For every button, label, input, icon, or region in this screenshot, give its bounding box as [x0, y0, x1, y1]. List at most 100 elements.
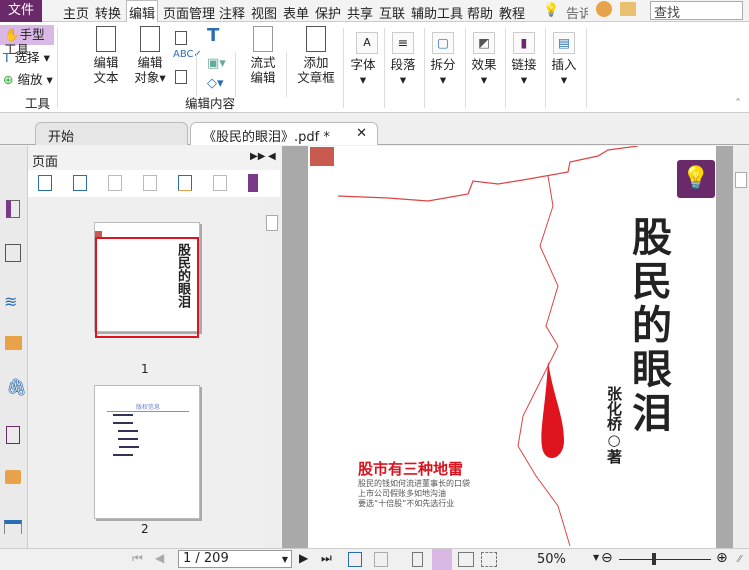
panel-scrollbar[interactable]	[264, 197, 280, 548]
replace-icon[interactable]	[175, 70, 187, 84]
lightbulb-icon[interactable]: 💡	[543, 3, 559, 18]
tab-document[interactable]: 《股民的眼泪》.pdf * ✕	[190, 122, 378, 145]
add-shape-icon[interactable]: ◇▾	[207, 76, 224, 91]
menu-convert[interactable]: 转换	[95, 3, 121, 22]
spellcheck-icon[interactable]: ABC✓	[173, 49, 202, 60]
rotate-left-icon[interactable]	[108, 175, 122, 191]
document-viewer: 股民的眼泪 张化桥○著 股市有三种地雷 股民的钱如何流进董事长的口袋 上市公司假…	[282, 146, 733, 548]
collapse-panel-icon[interactable]: ◀	[268, 151, 276, 162]
effect-button[interactable]: ◩ 效果 ▾	[469, 22, 499, 87]
add-text-icon[interactable]: T	[207, 25, 219, 46]
thumbnail-list: 股民的眼泪 1 版权信息 2	[28, 197, 280, 548]
vertical-scrollbar[interactable]	[733, 146, 749, 548]
menu-edit[interactable]: 编辑	[126, 0, 159, 23]
menu-home[interactable]: 主页	[63, 3, 89, 22]
folder-search-icon[interactable]	[620, 2, 636, 16]
single-page-icon[interactable]	[412, 552, 423, 567]
bookmark-view-icon[interactable]	[248, 174, 258, 192]
split-button[interactable]: ▢ 拆分 ▾	[428, 22, 458, 87]
viewport-indicator[interactable]	[95, 237, 199, 338]
collapse-ribbon-icon[interactable]: ˆ	[735, 97, 741, 111]
search-input[interactable]: 查找	[650, 1, 743, 21]
facing-page-icon[interactable]	[458, 552, 474, 567]
select-button[interactable]: T 选择 ▾	[3, 50, 50, 65]
menu-accessibility[interactable]: 辅助工具	[411, 3, 463, 22]
font-icon: A	[356, 32, 378, 54]
layers-stack-icon[interactable]	[5, 244, 21, 262]
edit-text-button[interactable]: 编辑 文本	[88, 26, 124, 85]
delete-page-icon[interactable]	[213, 175, 227, 191]
layers-icon[interactable]: ≋	[4, 292, 17, 311]
zoom-dropdown-icon[interactable]: ▼	[593, 553, 599, 562]
split-icon: ▢	[432, 32, 454, 54]
zoom-in-icon[interactable]: ⊕	[716, 550, 728, 566]
attachment-icon[interactable]: 🖇	[6, 378, 28, 398]
menu-help[interactable]: 帮助	[467, 3, 493, 22]
zoom-level[interactable]: 50%	[537, 552, 566, 567]
link-button[interactable]: ▮ 链接 ▾	[509, 22, 539, 87]
menu-view[interactable]: 视图	[251, 3, 277, 22]
tab-start[interactable]: 开始	[35, 122, 188, 145]
last-page-button[interactable]: ⏭	[321, 551, 332, 566]
form-icon[interactable]	[4, 520, 22, 534]
next-page-button[interactable]: ▶	[299, 551, 308, 565]
insert-page-icon[interactable]	[178, 175, 192, 191]
heart-icon[interactable]	[596, 1, 612, 17]
comment-icon[interactable]	[5, 336, 22, 350]
previous-view-icon[interactable]	[348, 552, 362, 567]
page-thumbnail-2[interactable]: 版权信息	[94, 385, 200, 519]
menu-connect[interactable]: 互联	[379, 3, 405, 22]
menu-share[interactable]: 共享	[347, 3, 373, 22]
zoom-slider[interactable]	[619, 559, 711, 560]
zoom-button[interactable]: ⊕ 缩放 ▾	[3, 72, 53, 87]
edit-object-button[interactable]: 编辑 对象▾	[128, 26, 172, 85]
add-image-icon[interactable]: ▣▾	[207, 56, 226, 71]
continuous-facing-icon[interactable]	[481, 552, 497, 567]
edit-object-icon	[140, 26, 160, 52]
resize-grip-icon[interactable]: ⁄⁄	[738, 554, 741, 565]
menu-tutorial[interactable]: 教程	[499, 3, 525, 22]
zoom-out-icon[interactable]: ⊖	[601, 550, 613, 566]
menu-page-manage[interactable]: 页面管理	[163, 3, 215, 22]
pages-icon[interactable]	[6, 200, 20, 218]
tips-lightbulb-button[interactable]: 💡	[677, 160, 715, 198]
zoom-slider-thumb[interactable]	[652, 553, 656, 565]
zoom-out-page-icon[interactable]	[73, 175, 87, 191]
pages-toolbar	[28, 170, 280, 197]
panel-title: 页面	[32, 155, 59, 170]
hand-tool-button[interactable]: ✋手型工具	[0, 25, 54, 57]
page-number-2: 2	[141, 522, 149, 536]
blurb: 股民的钱如何流进董事长的口袋 上市公司假账多如地沟油 要选“十倍股”不如先选行业	[358, 479, 470, 508]
flow-edit-button[interactable]: 流式 编辑	[246, 26, 280, 85]
blood-drop	[541, 361, 564, 459]
tab-bar: 开始 《股民的眼泪》.pdf * ✕	[0, 115, 749, 145]
menu-comment[interactable]: 注释	[219, 3, 245, 22]
continuous-page-icon[interactable]	[432, 549, 452, 570]
page-thumbnail-1[interactable]: 股民的眼泪	[94, 222, 200, 338]
zoom-in-page-icon[interactable]	[38, 175, 52, 191]
font-button[interactable]: A 字体 ▾	[348, 22, 378, 87]
rotate-right-icon[interactable]	[143, 175, 157, 191]
close-icon[interactable]: ✕	[356, 126, 367, 141]
first-page-button[interactable]: ⏮	[132, 551, 143, 566]
next-view-icon[interactable]	[374, 552, 388, 567]
insert-icon: ▤	[553, 32, 575, 54]
page-number-input[interactable]: 1 / 209 ▼	[178, 550, 292, 568]
signature-icon[interactable]	[6, 426, 20, 444]
insert-button[interactable]: ▤ 插入 ▾	[549, 22, 579, 87]
pdf-page: 股民的眼泪 张化桥○著 股市有三种地雷 股民的钱如何流进董事长的口袋 上市公司假…	[308, 146, 716, 548]
add-article-box-button[interactable]: 添加 文章框	[294, 26, 338, 85]
menu-protect[interactable]: 保护	[315, 3, 341, 22]
expand-panel-icon[interactable]: ▶▶	[250, 151, 265, 162]
tell-me[interactable]: 告诉	[566, 3, 588, 22]
link-icon: ▮	[513, 32, 535, 54]
select-icon: T	[3, 50, 11, 65]
thumb2-heading: 版权信息	[107, 402, 189, 412]
prev-page-button[interactable]: ◀	[155, 551, 164, 565]
ribbon: ✋手型工具 T 选择 ▾ ⊕ 缩放 ▾ 工具 编辑 文本 编辑 对象▾ ABC✓ T…	[0, 22, 749, 113]
menu-file[interactable]: 文件	[0, 0, 42, 22]
lock-icon[interactable]	[5, 470, 21, 484]
paragraph-button[interactable]: ≡ 段落 ▾	[388, 22, 418, 87]
menu-form[interactable]: 表单	[283, 3, 309, 22]
line-spacing-icon[interactable]	[175, 31, 187, 45]
